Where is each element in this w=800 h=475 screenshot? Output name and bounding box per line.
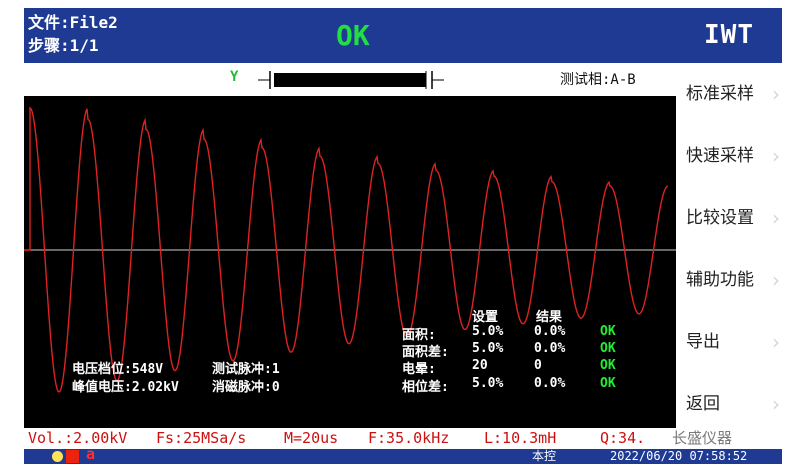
- row-corona-result: 0: [534, 358, 542, 373]
- menu-back[interactable]: 返回 ›: [676, 375, 782, 433]
- chevron-right-icon: ›: [772, 330, 780, 354]
- row-corona-name: 电晕:: [402, 362, 436, 377]
- row-phase-name: 相位差:: [402, 380, 449, 395]
- table-header-setting: 设置: [472, 310, 499, 325]
- param-m: M=20us: [284, 429, 339, 447]
- file-name: 文件:File2: [28, 13, 118, 32]
- chevron-right-icon: ›: [772, 82, 780, 106]
- test-result: OK: [336, 19, 370, 52]
- voltage-range-label: 电压档位:548V: [72, 362, 164, 377]
- row-phase-set: 5.0%: [472, 376, 504, 391]
- menu-export[interactable]: 导出 ›: [676, 313, 782, 371]
- menu-label: 辅助功能: [686, 270, 754, 290]
- input-mode-indicator: a: [86, 445, 96, 463]
- row-corona-set: 20: [472, 358, 488, 373]
- control-mode: 本控: [532, 449, 557, 463]
- datetime: 2022/06/20 07:58:52: [610, 449, 748, 463]
- row-area-set: 5.0%: [472, 324, 504, 339]
- param-frequency: F:35.0kHz: [368, 429, 450, 447]
- row-areadiff-result: 0.0%: [534, 341, 566, 356]
- range-indicator: [258, 71, 444, 89]
- instrument-screen: 文件:File2 步骤:1/1 OK IWT Y 测试相:A-B 电压档位:54…: [24, 8, 782, 464]
- waveform-plot: 电压档位:548V 测试脉冲:1 峰值电压:2.02kV 消磁脉冲:0 设置 结…: [24, 96, 676, 428]
- watermark: 长盛仪器: [672, 429, 733, 447]
- row-areadiff-set: 5.0%: [472, 341, 504, 356]
- status-bar: Y 测试相:A-B: [24, 63, 676, 96]
- row-area-result: 0.0%: [534, 324, 566, 339]
- menu-label: 返回: [686, 394, 720, 414]
- param-voltage: Vol.:2.00kV: [28, 429, 128, 447]
- chevron-right-icon: ›: [772, 268, 780, 292]
- row-area-status: OK: [600, 324, 616, 339]
- side-menu: 标准采样 › 快速采样 › 比较设置 › 辅助功能 › 导出 › 返回 ›: [676, 63, 782, 428]
- row-areadiff-status: OK: [600, 341, 616, 356]
- test-pulse-label: 测试脉冲:1: [212, 362, 280, 377]
- demag-pulse-label: 消磁脉冲:0: [212, 380, 280, 395]
- param-inductance: L:10.3mH: [484, 429, 557, 447]
- user-icon: [52, 451, 63, 462]
- menu-fast-sampling[interactable]: 快速采样 ›: [676, 127, 782, 185]
- menu-standard-sampling[interactable]: 标准采样 ›: [676, 65, 782, 123]
- row-phase-result: 0.0%: [534, 376, 566, 391]
- unlock-icon[interactable]: [66, 450, 79, 463]
- row-corona-status: OK: [600, 358, 616, 373]
- param-q: Q:34.: [600, 429, 646, 447]
- peak-voltage-label: 峰值电压:2.02kV: [72, 380, 179, 395]
- chevron-right-icon: ›: [772, 206, 780, 230]
- row-phase-status: OK: [600, 376, 616, 391]
- menu-label: 标准采样: [686, 84, 754, 104]
- footer-bar: a 本控 2022/06/20 07:58:52: [24, 445, 782, 464]
- menu-aux-functions[interactable]: 辅助功能 ›: [676, 251, 782, 309]
- menu-label: 比较设置: [686, 208, 754, 228]
- param-sample-rate: Fs:25MSa/s: [156, 429, 247, 447]
- chevron-right-icon: ›: [772, 392, 780, 416]
- channel-label: Y: [230, 69, 239, 85]
- header-bar: 文件:File2 步骤:1/1 OK: [24, 8, 676, 63]
- parameter-bar: Vol.:2.00kV Fs:25MSa/s M=20us F:35.0kHz …: [24, 428, 782, 449]
- menu-label: 快速采样: [686, 146, 754, 166]
- chevron-right-icon: ›: [772, 144, 780, 168]
- menu-compare-settings[interactable]: 比较设置 ›: [676, 189, 782, 247]
- step-indicator: 步骤:1/1: [28, 36, 99, 55]
- test-phase: 测试相:A-B: [560, 72, 636, 88]
- brand-logo: IWT: [676, 8, 782, 63]
- menu-label: 导出: [686, 332, 720, 352]
- table-header-result: 结果: [536, 310, 563, 325]
